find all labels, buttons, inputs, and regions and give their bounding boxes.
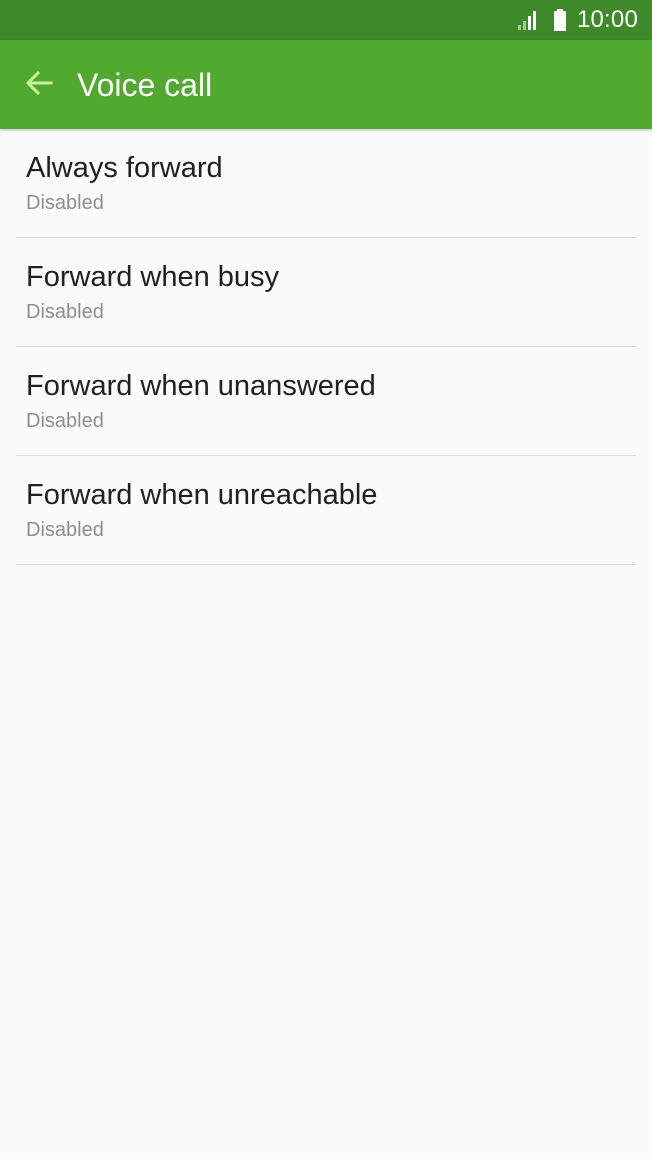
back-button[interactable]: [18, 64, 60, 106]
list-item-status: Disabled: [26, 301, 104, 323]
app-bar: Voice call: [0, 40, 652, 129]
list-item-status: Disabled: [26, 410, 104, 432]
list-item-status: Disabled: [26, 519, 104, 541]
list-item-title: Forward when unanswered: [26, 370, 376, 402]
page-title: Voice call: [77, 67, 213, 103]
status-time: 10:00: [576, 6, 638, 33]
list-item-forward-when-busy[interactable]: Forward when busy Disabled: [16, 238, 636, 347]
status-icons: 10:00: [517, 0, 638, 40]
list-item-forward-when-unanswered[interactable]: Forward when unanswered Disabled: [16, 347, 636, 456]
list-item-forward-when-unreachable[interactable]: Forward when unreachable Disabled: [16, 456, 636, 565]
list-item-always-forward[interactable]: Always forward Disabled: [16, 129, 636, 238]
list-item-title: Forward when unreachable: [26, 479, 378, 511]
call-forwarding-list: Always forward Disabled Forward when bus…: [0, 129, 652, 565]
list-item-status: Disabled: [26, 192, 104, 214]
list-item-title: Always forward: [26, 152, 223, 184]
arrow-left-icon: [24, 68, 54, 103]
status-bar: 10:00: [0, 0, 652, 40]
signal-icon: [517, 10, 539, 30]
battery-icon: [553, 9, 567, 31]
list-item-title: Forward when busy: [26, 261, 280, 293]
